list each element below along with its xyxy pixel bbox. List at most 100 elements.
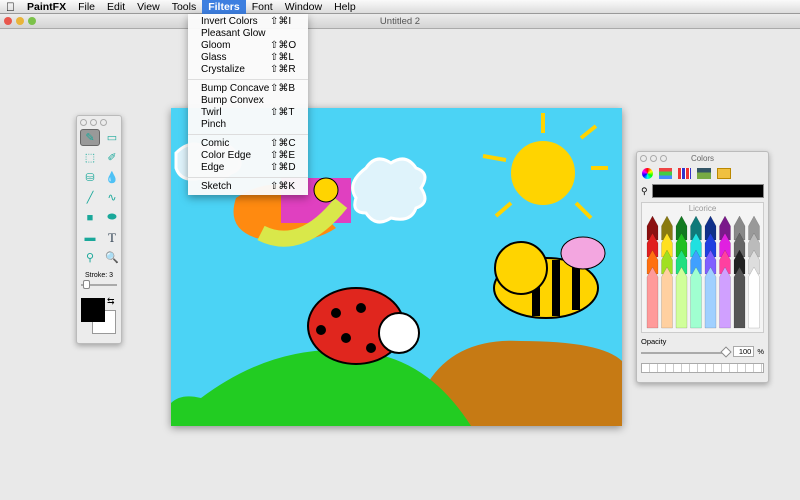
bucket-icon: ⛁: [85, 172, 95, 184]
tool-rect[interactable]: ■: [80, 209, 100, 226]
zoom-button[interactable]: [28, 17, 36, 25]
menu-item-pleasant-glow[interactable]: Pleasant Glow: [188, 28, 308, 40]
tool-drop[interactable]: 💧: [102, 169, 122, 186]
foreground-color-well[interactable]: [81, 298, 105, 322]
zoom-button[interactable]: [660, 155, 667, 162]
tool-brush[interactable]: ✎: [80, 129, 100, 146]
stroke-slider[interactable]: [81, 280, 117, 290]
tool-bucket[interactable]: ⛁: [80, 169, 100, 186]
zoom-button[interactable]: [100, 119, 107, 126]
menu-item-shortcut: [270, 28, 300, 40]
menu-item-pinch[interactable]: Pinch: [188, 119, 308, 131]
current-color-swatch[interactable]: [651, 184, 764, 198]
opacity-label: Opacity: [641, 337, 667, 346]
crayon[interactable]: [704, 266, 717, 329]
stroke-label: Stroke: 3: [84, 272, 113, 279]
ladybug: [307, 287, 420, 365]
menu-window[interactable]: Window: [279, 0, 328, 14]
menu-item-shortcut: [270, 95, 300, 107]
menu-file[interactable]: File: [72, 0, 101, 14]
tool-zoom[interactable]: 🔍: [102, 249, 122, 266]
menu-tools[interactable]: Tools: [166, 0, 203, 14]
swap-colors-icon[interactable]: ⇆: [107, 296, 115, 307]
oval-icon: ⬬: [107, 211, 117, 223]
menu-item-invert-colors[interactable]: Invert Colors ⇧⌘I: [188, 16, 308, 28]
tool-eyedropper[interactable]: ⚲: [80, 249, 100, 266]
menu-item-shortcut: ⇧⌘D: [270, 162, 296, 173]
menu-item-color-edge[interactable]: Color Edge ⇧⌘E: [188, 150, 308, 162]
menu-item-label: Twirl: [201, 107, 222, 118]
tool-curve[interactable]: ∿: [102, 189, 122, 206]
app-menu[interactable]: PaintFX: [21, 0, 72, 14]
tool-eraser[interactable]: ▭: [102, 129, 122, 146]
apple-menu[interactable]: : [0, 0, 21, 14]
close-button[interactable]: [4, 17, 12, 25]
eyedropper-icon: ⚲: [85, 252, 95, 264]
magnifier-icon[interactable]: ⚲: [641, 186, 648, 197]
menu-view[interactable]: View: [131, 0, 166, 14]
menu-item-label: Comic: [201, 138, 230, 149]
minimize-button[interactable]: [16, 17, 24, 25]
colors-panel: Colors ⚲ Licorice Opacity 100 %: [636, 151, 769, 383]
menu-item-label: Sketch: [201, 181, 232, 192]
menu-edit[interactable]: Edit: [101, 0, 131, 14]
tool-text[interactable]: T: [102, 229, 122, 246]
tool-line[interactable]: ╱: [80, 189, 100, 206]
color-name: Licorice: [688, 204, 717, 213]
menu-item-shortcut: ⇧⌘B: [270, 83, 296, 94]
sliders-tab[interactable]: [659, 167, 672, 179]
crayon[interactable]: [690, 266, 702, 329]
menu-item-edge[interactable]: Edge ⇧⌘D: [188, 162, 308, 174]
drop-icon: 💧: [105, 172, 119, 184]
color-wheel-tab[interactable]: [642, 167, 653, 179]
menu-item-shortcut: ⇧⌘I: [270, 16, 292, 27]
tool-select[interactable]: ⬚: [80, 149, 100, 166]
opacity-slider-thumb[interactable]: [720, 345, 732, 358]
fill-marker-icon: ✐: [107, 152, 117, 164]
crayons-tab[interactable]: [717, 167, 731, 179]
line-icon: ╱: [86, 192, 94, 204]
menu-item-shortcut: ⇧⌘K: [270, 181, 296, 192]
close-button[interactable]: [640, 155, 647, 162]
tool-fill-marker[interactable]: ✐: [102, 149, 122, 166]
menu-font[interactable]: Font: [246, 0, 279, 14]
menu-item-twirl[interactable]: Twirl ⇧⌘T: [188, 107, 308, 119]
menu-item-label: Glass: [201, 52, 227, 63]
menu-item-label: Pinch: [201, 119, 227, 130]
menu-help[interactable]: Help: [328, 0, 362, 14]
menu-item-glass[interactable]: Glass ⇧⌘L: [188, 52, 308, 64]
crayon[interactable]: [733, 266, 746, 329]
menu-item-gloom[interactable]: Gloom ⇧⌘O: [188, 40, 308, 52]
rounded-rect-icon: ▬: [84, 231, 96, 244]
opacity-slider[interactable]: [641, 345, 732, 358]
tool-rounded-rect[interactable]: ▬: [80, 229, 100, 246]
crayon[interactable]: [646, 266, 659, 329]
minimize-button[interactable]: [90, 119, 97, 126]
swatch-strip[interactable]: [641, 363, 764, 373]
rect-icon: ■: [86, 211, 94, 224]
tool-oval[interactable]: ⬬: [102, 209, 122, 226]
opacity-field[interactable]: 100: [733, 346, 755, 357]
menu-item-bump-concave[interactable]: Bump Concave ⇧⌘B: [188, 83, 308, 95]
menu-item-sketch[interactable]: Sketch ⇧⌘K: [188, 181, 308, 193]
stroke-slider-thumb[interactable]: [83, 280, 90, 289]
menu-item-comic[interactable]: Comic ⇧⌘C: [188, 138, 308, 150]
crayon[interactable]: [661, 266, 673, 329]
palettes-tab[interactable]: [678, 167, 691, 179]
crayon[interactable]: [675, 266, 688, 329]
menu-item-crystalize[interactable]: Crystalize ⇧⌘R: [188, 64, 308, 76]
percent-label: %: [757, 347, 764, 356]
minimize-button[interactable]: [650, 155, 657, 162]
menu-item-bump-convex[interactable]: Bump Convex: [188, 95, 308, 107]
crayon[interactable]: [719, 266, 731, 329]
window-title: Untitled 2: [379, 16, 421, 27]
menu-item-shortcut: ⇧⌘R: [270, 64, 296, 75]
menu-item-label: Bump Convex: [201, 95, 264, 106]
menu-filters[interactable]: Filters: [202, 0, 246, 14]
crayon-box: [646, 215, 760, 329]
crayon[interactable]: [748, 266, 760, 329]
menu-separator: [188, 134, 308, 135]
menu-separator: [188, 177, 308, 178]
image-palette-tab[interactable]: [697, 167, 711, 179]
close-button[interactable]: [80, 119, 87, 126]
